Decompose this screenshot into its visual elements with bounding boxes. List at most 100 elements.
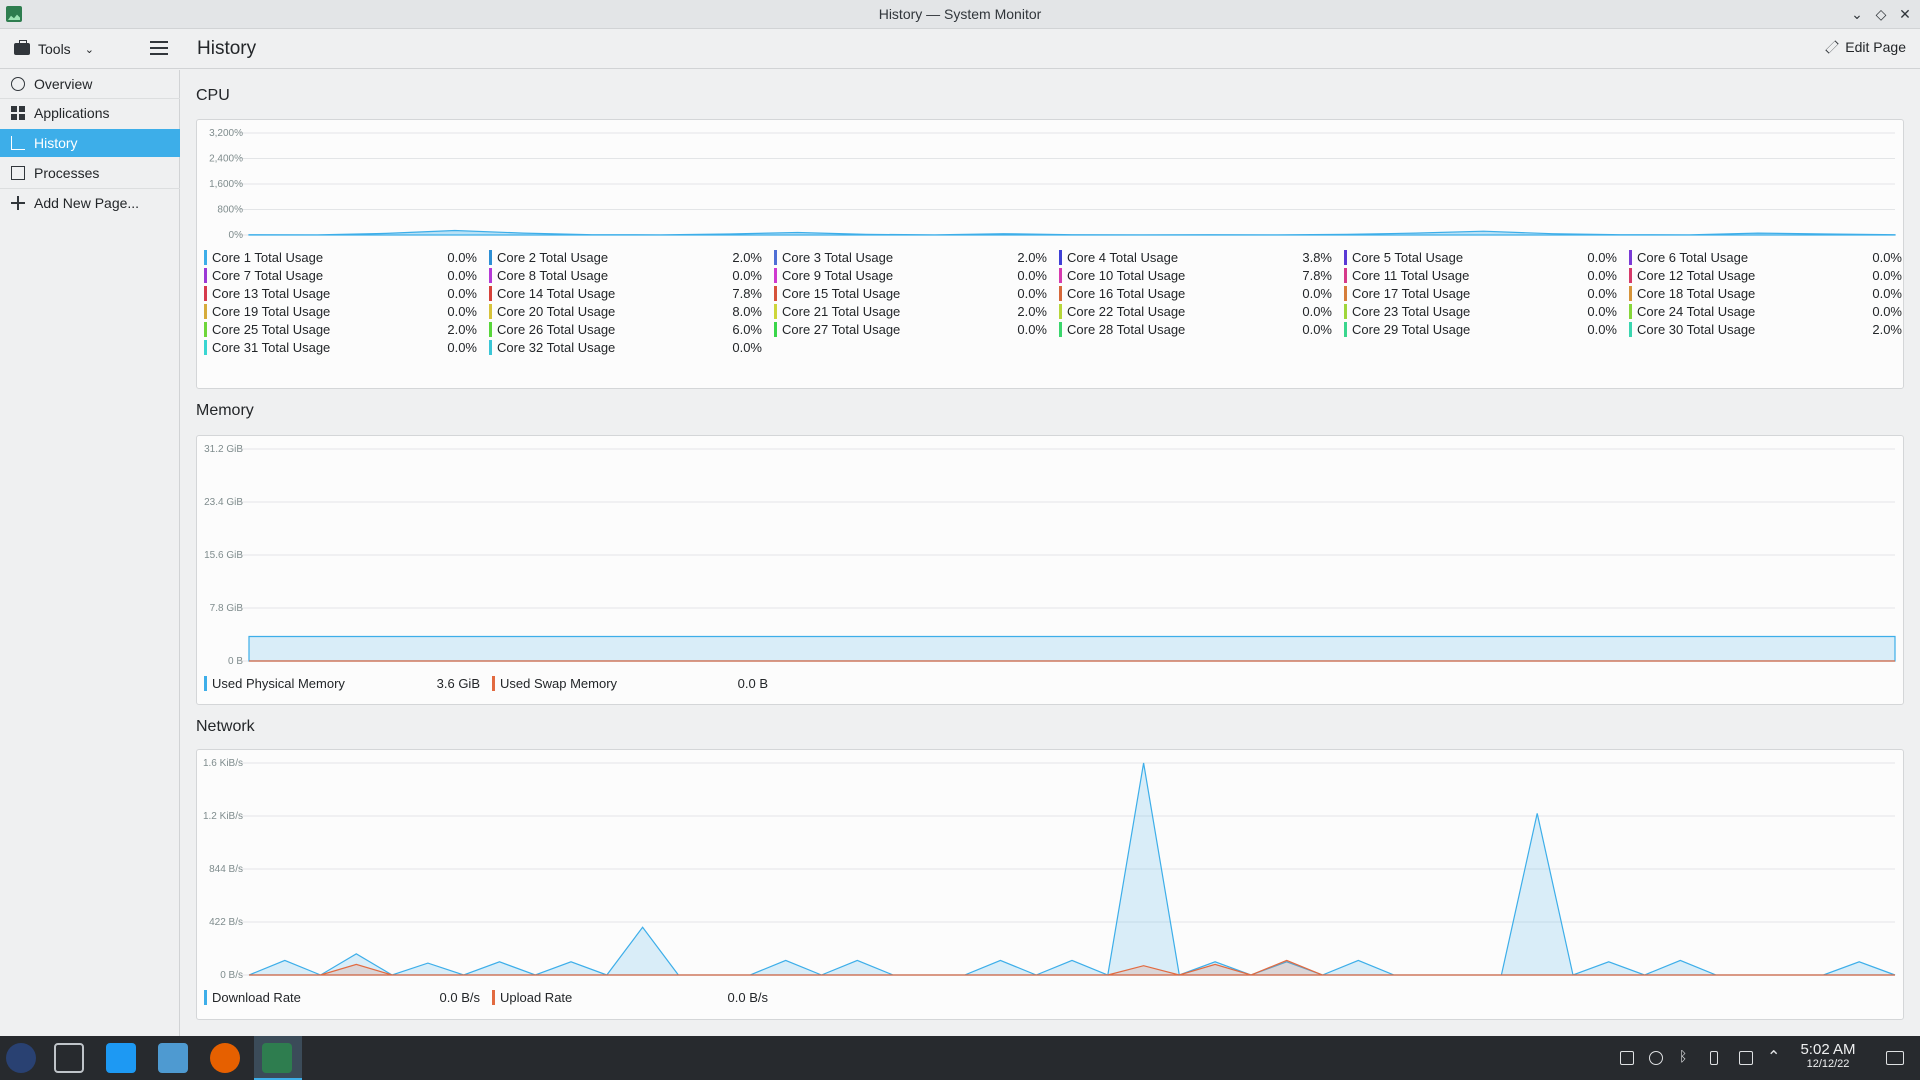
edit-page-label: Edit Page [1845, 39, 1906, 55]
processes-icon [11, 166, 25, 180]
legend-swatch [204, 321, 207, 337]
legend-value: 0.0% [732, 339, 762, 355]
legend-value: 2.0% [447, 321, 477, 337]
firefox-icon[interactable] [210, 1043, 240, 1073]
bluetooth-icon[interactable]: ᛒ [1679, 1048, 1693, 1064]
chevron-up-icon[interactable]: ⌃ [1767, 1047, 1781, 1066]
y-tick-label: 422 B/s [209, 917, 243, 928]
y-tick-label: 0 B [228, 656, 243, 667]
legend-item: Core 18 Total Usage 0.0% [1629, 284, 1902, 302]
legend-value: 6.0% [732, 321, 762, 337]
toolbar: Tools ⌄ History Edit Page [0, 29, 1920, 69]
legend-item: Core 2 Total Usage 2.0% [489, 248, 762, 266]
y-tick-label: 2,400% [209, 154, 243, 165]
window-titlebar[interactable]: History — System Monitor ⌄ ◇ ✕ [0, 0, 1920, 29]
display-icon[interactable] [1620, 1051, 1634, 1065]
page-title: History [197, 38, 257, 59]
sidebar-item-history[interactable]: History [0, 129, 180, 157]
legend-item: Core 15 Total Usage 0.0% [774, 284, 1047, 302]
legend-value: 8.0% [732, 303, 762, 319]
pencil-icon [1825, 40, 1839, 54]
sidebar-item-label: Processes [34, 165, 100, 181]
volume-icon[interactable] [1649, 1051, 1663, 1065]
legend-value: 0.0% [1587, 285, 1617, 301]
edit-page-button[interactable]: Edit Page [1825, 39, 1906, 55]
legend-label: Core 17 Total Usage [1352, 285, 1471, 301]
series-area [248, 635, 1896, 662]
files-icon[interactable] [158, 1043, 188, 1073]
sidebar-item-overview[interactable]: Overview [0, 70, 180, 98]
system-monitor-icon[interactable] [262, 1043, 292, 1073]
hamburger-menu-icon[interactable] [150, 41, 168, 55]
legend-label: Core 15 Total Usage [782, 285, 901, 301]
window-title: History — System Monitor [878, 6, 1042, 22]
legend-value: 0.0% [732, 267, 762, 283]
legend-swatch [489, 339, 492, 355]
legend-item: Core 16 Total Usage 0.0% [1059, 284, 1332, 302]
legend-swatch [1059, 303, 1062, 319]
legend-swatch [1344, 285, 1347, 301]
legend-value: 0.0% [447, 249, 477, 265]
usb-device-icon[interactable] [1710, 1051, 1718, 1065]
legend-swatch [492, 675, 495, 691]
legend-item: Core 24 Total Usage 0.0% [1629, 302, 1902, 320]
tools-menu-button[interactable]: Tools ⌄ [14, 37, 94, 61]
legend-value: 0.0% [447, 303, 477, 319]
legend-label: Core 21 Total Usage [782, 303, 901, 319]
legend-label: Core 31 Total Usage [212, 339, 331, 355]
legend-item: Download Rate 0.0 B/s [204, 988, 480, 1006]
legend-value: 3.8% [1302, 249, 1332, 265]
network-icon[interactable] [1739, 1051, 1753, 1065]
legend-item: Core 3 Total Usage 2.0% [774, 248, 1047, 266]
legend-label: Core 6 Total Usage [1637, 249, 1749, 265]
legend-swatch [1344, 303, 1347, 319]
legend-value: 0.0 B/s [439, 989, 480, 1005]
sidebar-item-label: History [34, 135, 78, 151]
task-manager-icon[interactable] [54, 1043, 84, 1073]
maximize-icon[interactable]: ◇ [1871, 4, 1891, 24]
network-chart: 1.6 KiB/s 1.2 KiB/s 844 B/s 422 B/s 0 B/s [203, 758, 1896, 981]
legend-label: Core 19 Total Usage [212, 303, 331, 319]
memory-section-title: Memory [196, 402, 254, 419]
minimize-icon[interactable]: ⌄ [1847, 4, 1867, 24]
legend-label: Core 3 Total Usage [782, 249, 894, 265]
legend-swatch [774, 303, 777, 319]
y-tick-label: 1.6 KiB/s [203, 758, 243, 769]
legend-label: Core 28 Total Usage [1067, 321, 1186, 337]
legend-value: 2.0% [732, 249, 762, 265]
main-content: CPU 3,200% 2,400% 1,600% 800% 0% Core 1 Tota… [181, 70, 1920, 1036]
legend-swatch [489, 321, 492, 337]
legend-label: Core 13 Total Usage [212, 285, 331, 301]
legend-label: Upload Rate [500, 989, 573, 1005]
legend-item: Core 31 Total Usage 0.0% [204, 338, 477, 356]
legend-label: Core 32 Total Usage [497, 339, 616, 355]
y-tick-label: 1,600% [209, 179, 243, 190]
y-tick-label: 7.8 GiB [210, 603, 244, 614]
legend-label: Core 23 Total Usage [1352, 303, 1471, 319]
legend-value: 0.0% [1017, 321, 1047, 337]
legend-swatch [774, 285, 777, 301]
legend-item: Core 17 Total Usage 0.0% [1344, 284, 1617, 302]
legend-label: Core 27 Total Usage [782, 321, 901, 337]
sidebar-item-add-page[interactable]: Add New Page... [0, 189, 180, 217]
cpu-chart-card: 3,200% 2,400% 1,600% 800% 0% Core 1 Total Us… [196, 119, 1904, 389]
legend-value: 0.0 B [737, 675, 768, 691]
legend-item: Core 14 Total Usage 7.8% [489, 284, 762, 302]
discover-icon[interactable] [106, 1043, 136, 1073]
legend-value: 0.0% [1302, 321, 1332, 337]
legend-swatch [204, 339, 207, 355]
fedora-launcher-icon[interactable] [6, 1043, 36, 1073]
clock[interactable]: 5:02 AM 12/12/22 [1790, 1041, 1866, 1070]
sidebar-item-applications[interactable]: Applications [0, 99, 180, 127]
y-tick-label: 0% [229, 230, 244, 241]
sidebar-item-processes[interactable]: Processes [0, 159, 180, 187]
show-desktop-icon[interactable] [1886, 1051, 1904, 1065]
legend-value: 2.0% [1872, 321, 1902, 337]
close-icon[interactable]: ✕ [1895, 4, 1915, 24]
legend-label: Core 14 Total Usage [497, 285, 616, 301]
legend-item: Core 19 Total Usage 0.0% [204, 302, 477, 320]
legend-label: Core 12 Total Usage [1637, 267, 1756, 283]
chevron-down-icon: ⌄ [84, 43, 94, 56]
legend-value: 0.0% [1587, 267, 1617, 283]
legend-label: Core 10 Total Usage [1067, 267, 1186, 283]
